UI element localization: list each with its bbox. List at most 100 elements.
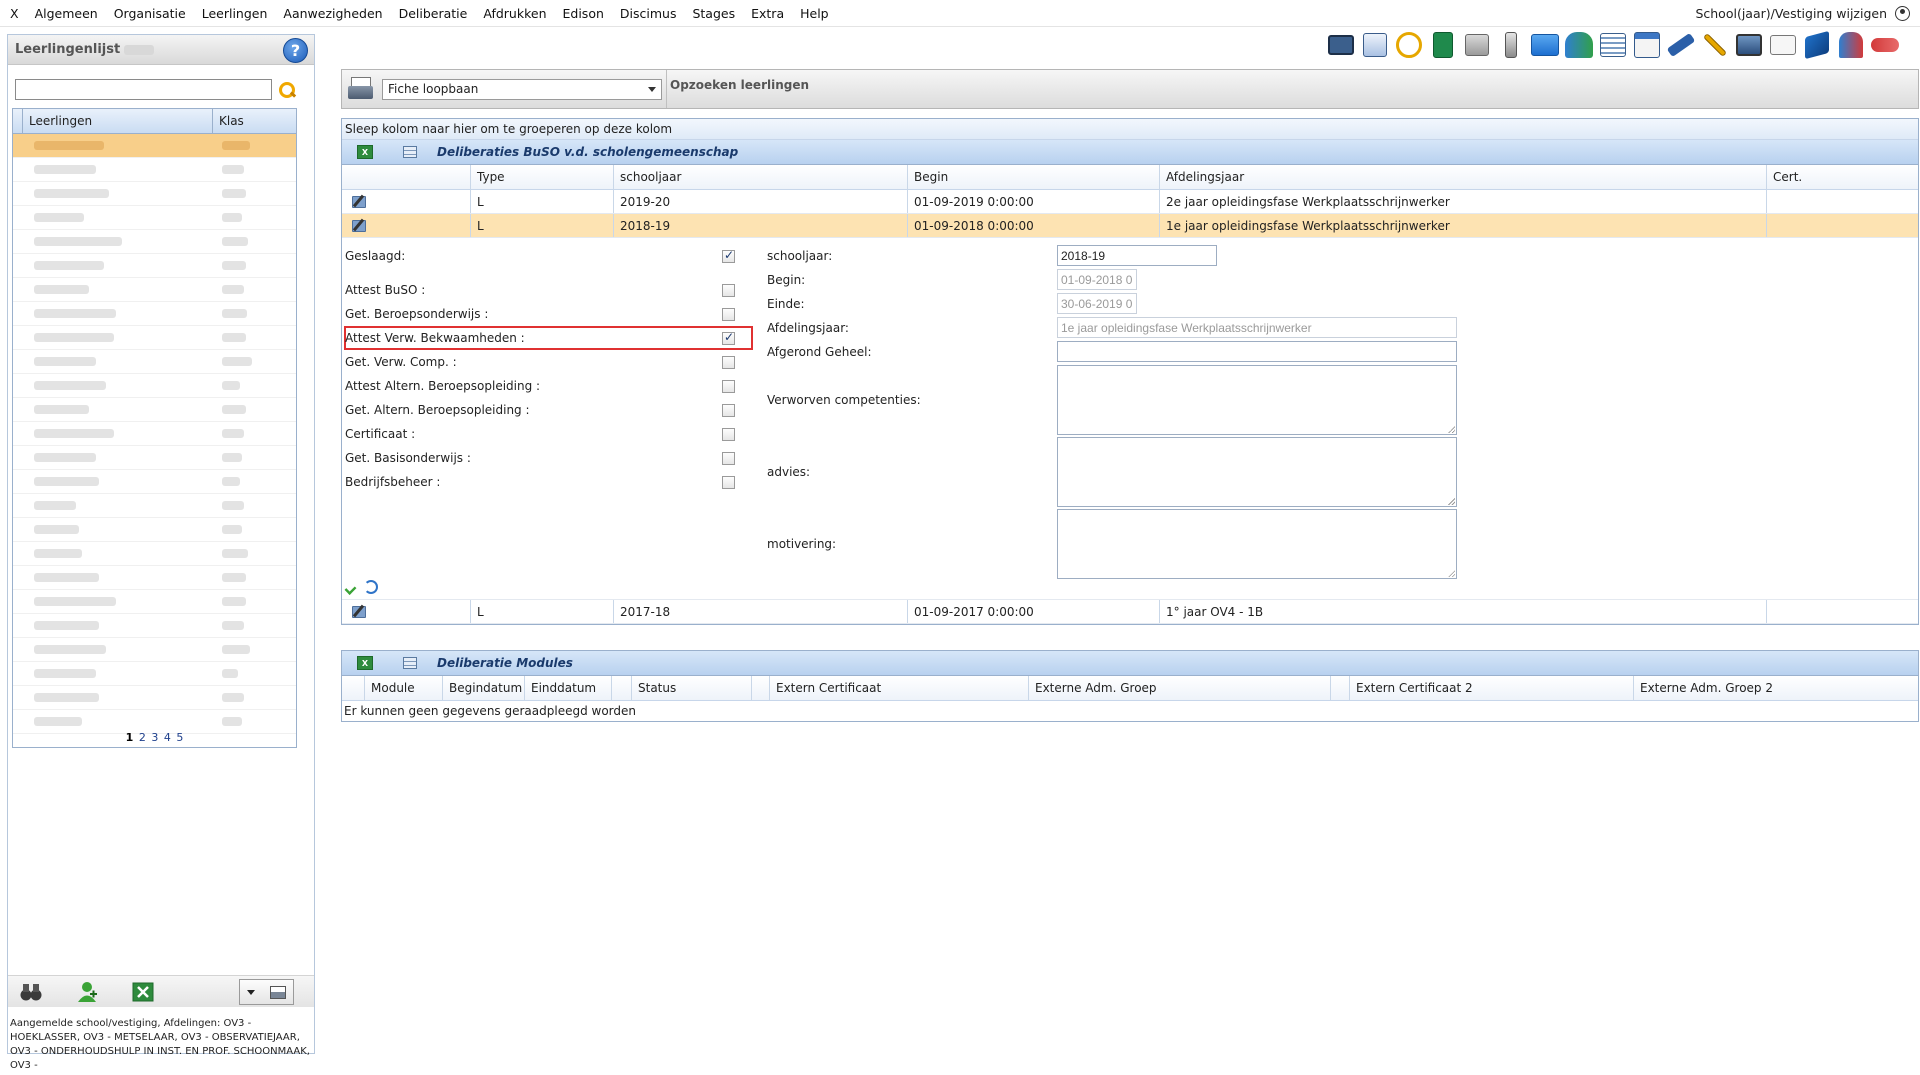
menu-organisatie[interactable]: Organisatie [106, 6, 194, 21]
user-icon[interactable] [1895, 6, 1910, 21]
column-begindatum[interactable]: Begindatum [442, 676, 524, 700]
search-icon[interactable] [278, 81, 296, 99]
certificaat-checkbox[interactable] [722, 428, 735, 441]
menu-help[interactable]: Help [792, 6, 837, 21]
book-icon[interactable] [1802, 30, 1832, 60]
afgerond-input[interactable] [1057, 341, 1457, 362]
gok-icon[interactable] [1870, 30, 1900, 60]
table-row[interactable]: L 2019-20 01-09-2019 0:00:00 2e jaar opl… [342, 190, 1918, 214]
group-drop-area[interactable]: Sleep kolom naar hier om te groeperen op… [342, 119, 1918, 140]
list-item[interactable] [13, 470, 296, 494]
column-status[interactable]: Status [631, 676, 751, 700]
clock-icon[interactable] [1394, 30, 1424, 60]
print-button[interactable] [239, 979, 294, 1005]
column-chooser-icon[interactable] [403, 146, 417, 158]
column-begin[interactable]: Begin [907, 165, 1159, 189]
student-search-input[interactable] [15, 79, 272, 100]
list-item[interactable] [13, 326, 296, 350]
get-altern-checkbox[interactable] [722, 404, 735, 417]
menu-afdrukken[interactable]: Afdrukken [475, 6, 554, 21]
verworven-textarea[interactable] [1057, 365, 1457, 435]
menu-stages[interactable]: Stages [684, 6, 743, 21]
list-item[interactable] [13, 662, 296, 686]
attest-altern-checkbox[interactable] [722, 380, 735, 393]
list-item[interactable] [13, 302, 296, 326]
list-item[interactable] [13, 182, 296, 206]
tools-icon[interactable] [1700, 30, 1730, 60]
column-afdelingsjaar[interactable]: Afdelingsjaar [1159, 165, 1766, 189]
report-select[interactable]: Fiche loopbaan [382, 78, 662, 100]
report-icon[interactable] [1598, 30, 1628, 60]
phone-icon[interactable] [1496, 30, 1526, 60]
edit-icon[interactable] [352, 195, 366, 208]
column-type[interactable]: Type [470, 165, 613, 189]
edit-form-icon[interactable] [1360, 30, 1390, 60]
add-student-icon[interactable] [74, 981, 100, 1003]
excel-export-icon[interactable] [130, 981, 156, 1003]
mail-icon[interactable] [1530, 30, 1560, 60]
excel-icon[interactable]: X [357, 656, 373, 670]
menu-extra[interactable]: Extra [743, 6, 792, 21]
home-icon[interactable] [1462, 30, 1492, 60]
list-item[interactable] [13, 398, 296, 422]
menu-deliberatie[interactable]: Deliberatie [391, 6, 476, 21]
list-item[interactable] [13, 278, 296, 302]
get-basisonderwijs-checkbox[interactable] [722, 452, 735, 465]
advies-textarea[interactable] [1057, 437, 1457, 507]
column-extern-certificaat-2[interactable]: Extern Certificaat 2 [1349, 676, 1633, 700]
printer-icon[interactable] [348, 76, 374, 102]
list-item[interactable] [13, 518, 296, 542]
excel-icon[interactable]: X [357, 145, 373, 159]
calendar-icon[interactable] [1632, 30, 1662, 60]
menu-discimus[interactable]: Discimus [612, 6, 685, 21]
motivering-textarea[interactable] [1057, 509, 1457, 579]
list-item[interactable] [13, 158, 296, 182]
table-row-selected[interactable]: L 2018-19 01-09-2018 0:00:00 1e jaar opl… [342, 214, 1918, 238]
list-item[interactable] [13, 230, 296, 254]
list-item[interactable] [13, 374, 296, 398]
page-1[interactable]: 1 [126, 731, 134, 744]
binoculars-icon[interactable] [18, 981, 44, 1003]
column-klas[interactable]: Klas [212, 109, 282, 133]
help-icon[interactable]: ? [283, 38, 308, 63]
screen-icon[interactable] [1734, 30, 1764, 60]
get-verw-comp-checkbox[interactable] [722, 356, 735, 369]
change-school-link[interactable]: School(jaar)/Vestiging wijzigen [1695, 6, 1887, 21]
list-item[interactable] [13, 614, 296, 638]
list-item[interactable] [13, 494, 296, 518]
page-2[interactable]: 2 [139, 731, 146, 744]
edit-icon[interactable] [352, 219, 366, 232]
menu-algemeen[interactable]: Algemeen [27, 6, 106, 21]
column-cert[interactable]: Cert. [1766, 165, 1918, 189]
ruler-icon[interactable] [1666, 30, 1696, 60]
edit-icon[interactable] [352, 605, 366, 618]
column-externe-adm-groep[interactable]: Externe Adm. Groep [1028, 676, 1330, 700]
users-icon[interactable] [1564, 30, 1594, 60]
menu-aanwezigheden[interactable]: Aanwezigheden [275, 6, 390, 21]
list-item[interactable] [13, 254, 296, 278]
id-card-icon[interactable] [1326, 30, 1356, 60]
undo-icon[interactable] [364, 580, 378, 594]
column-einddatum[interactable]: Einddatum [524, 676, 611, 700]
column-externe-adm-groep-2[interactable]: Externe Adm. Groep 2 [1633, 676, 1918, 700]
get-beroepsonderwijs-checkbox[interactable] [722, 308, 735, 321]
attest-verw-bekwaamheden-checkbox[interactable] [722, 330, 735, 345]
list-item[interactable] [13, 638, 296, 662]
list-item[interactable] [13, 422, 296, 446]
checkmark-save-icon[interactable] [346, 581, 360, 591]
attest-buso-checkbox[interactable] [722, 284, 735, 297]
list-item[interactable] [13, 446, 296, 470]
bedrijfsbeheer-checkbox[interactable] [722, 476, 735, 489]
page-4[interactable]: 4 [164, 731, 171, 744]
menu-close[interactable]: X [0, 6, 27, 21]
page-3[interactable]: 3 [151, 731, 158, 744]
column-chooser-icon[interactable] [403, 657, 417, 669]
list-item[interactable] [13, 542, 296, 566]
list-item[interactable] [13, 590, 296, 614]
column-schooljaar[interactable]: schooljaar [613, 165, 907, 189]
list-item[interactable] [13, 206, 296, 230]
certificate-icon[interactable] [1768, 30, 1798, 60]
user-lock-icon[interactable] [1836, 30, 1866, 60]
column-extern-certificaat[interactable]: Extern Certificaat [769, 676, 1028, 700]
table-row[interactable]: L 2017-18 01-09-2017 0:00:00 1° jaar OV4… [342, 600, 1918, 624]
